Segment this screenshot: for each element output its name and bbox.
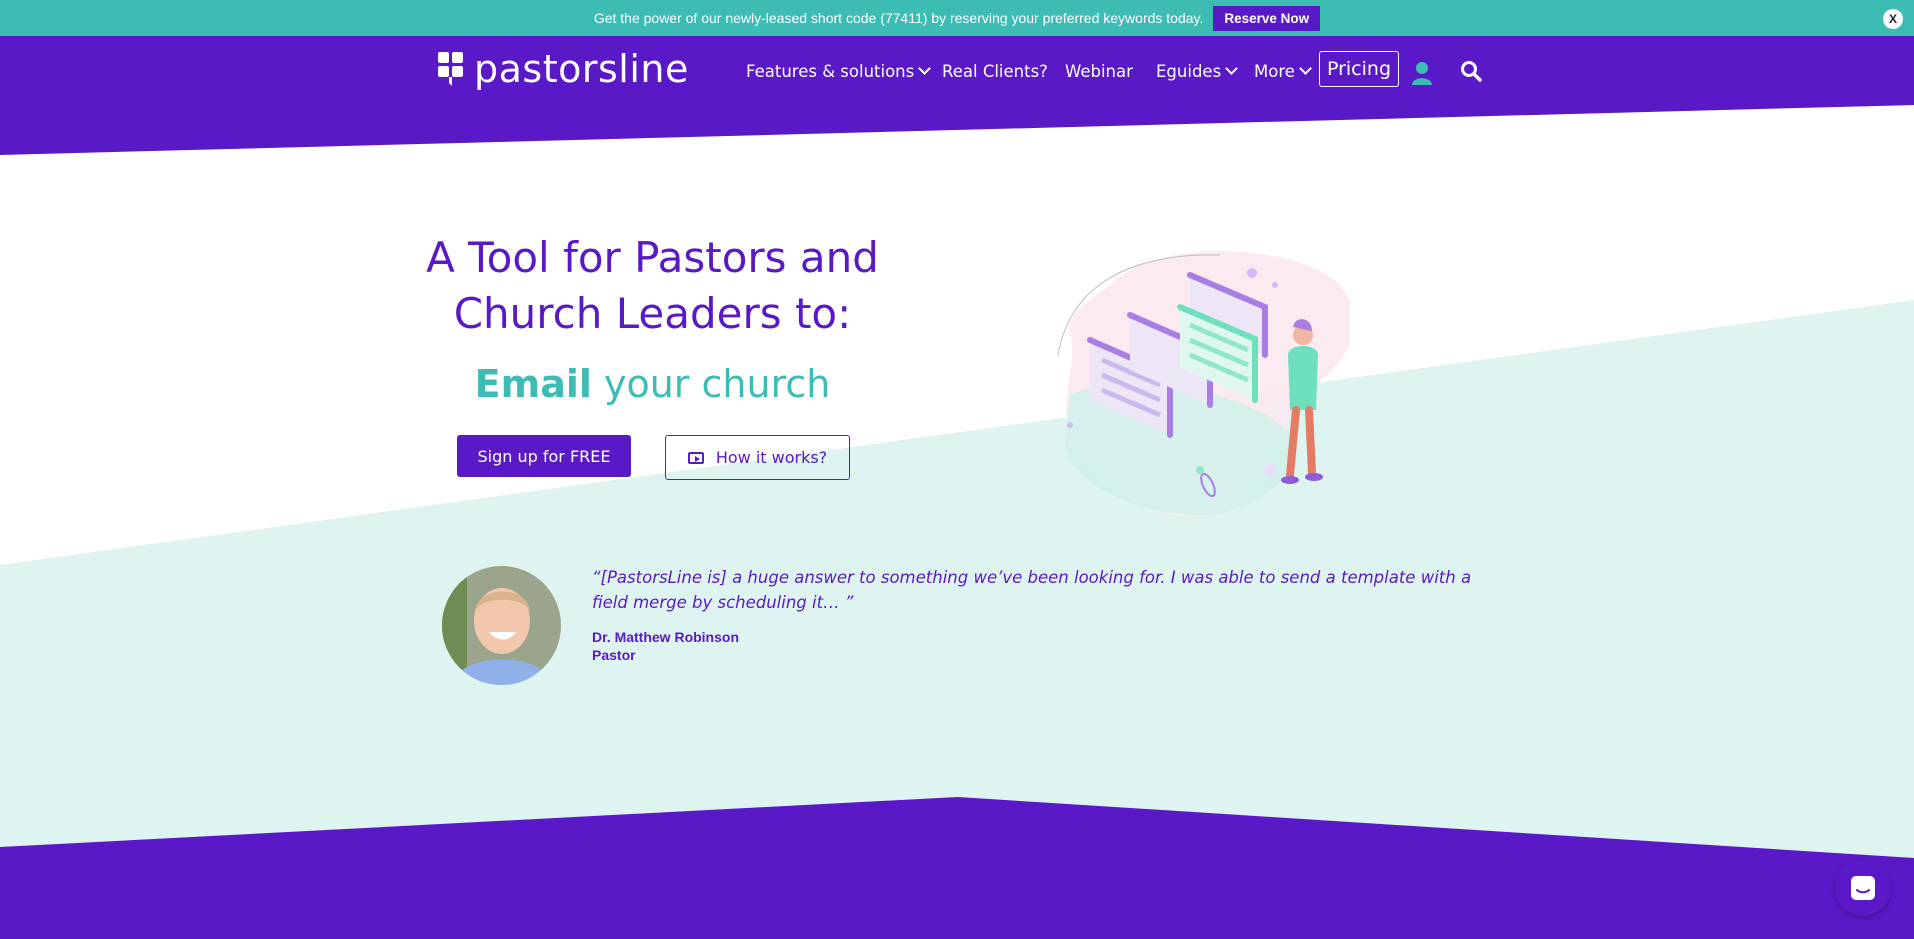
testimonial-quote: “[PastorsLine is] a huge answer to somet… [592, 568, 1472, 612]
announcement-bar: Get the power of our newly-leased short … [0, 0, 1914, 36]
nav-label: Real Clients? [942, 62, 1048, 81]
chat-launcher-button[interactable] [1835, 860, 1891, 916]
hero-subline-bold: Email [474, 362, 592, 406]
hero-headline: A Tool for Pastors and Church Leaders to… [400, 230, 905, 342]
pastorsline-logo-icon [438, 52, 463, 86]
chevron-down-icon [1225, 62, 1239, 75]
testimonial-role: Pastor [592, 647, 636, 663]
nav-eguides[interactable]: Eguides [1156, 62, 1239, 81]
chevron-down-icon [918, 62, 932, 75]
close-announcement-button[interactable]: X [1883, 9, 1903, 29]
nav-label: More [1254, 62, 1295, 81]
hero-headline-line2: Church Leaders to: [453, 289, 852, 338]
reserve-now-button[interactable]: Reserve Now [1213, 5, 1321, 31]
search-icon[interactable] [1460, 60, 1482, 82]
avatar-photo [442, 566, 561, 685]
testimonial-avatar [442, 566, 561, 685]
nav-features-solutions[interactable]: Features & solutions [746, 62, 932, 81]
how-it-works-button[interactable]: How it works? [665, 435, 850, 480]
testimonial-name: Dr. Matthew Robinson [592, 629, 739, 645]
nav-label: Webinar [1065, 62, 1133, 81]
nav-real-clients[interactable]: Real Clients? [942, 62, 1048, 81]
logo[interactable]: pastorsline [436, 50, 689, 88]
nav-webinar[interactable]: Webinar [1065, 62, 1133, 81]
hero-illustration [1057, 251, 1350, 517]
hero-headline-line1: A Tool for Pastors and [426, 233, 879, 282]
page-background [0, 0, 1914, 939]
hero-subline-rest: your church [591, 362, 831, 406]
nav-label: Eguides [1156, 62, 1222, 81]
announcement-text: Get the power of our newly-leased short … [593, 10, 1204, 26]
nav-more[interactable]: More [1254, 62, 1312, 81]
user-icon[interactable] [1412, 61, 1432, 85]
logo-text: pastorsline [474, 47, 689, 91]
hero-subline: Email your church [400, 362, 905, 406]
video-play-icon [687, 451, 704, 464]
signup-free-button[interactable]: Sign up for FREE [457, 435, 631, 477]
how-it-works-label: How it works? [715, 448, 828, 467]
pricing-button[interactable]: Pricing [1319, 51, 1399, 87]
nav-label: Features & solutions [746, 62, 915, 81]
chevron-down-icon [1299, 62, 1312, 75]
chat-icon [1851, 876, 1875, 900]
